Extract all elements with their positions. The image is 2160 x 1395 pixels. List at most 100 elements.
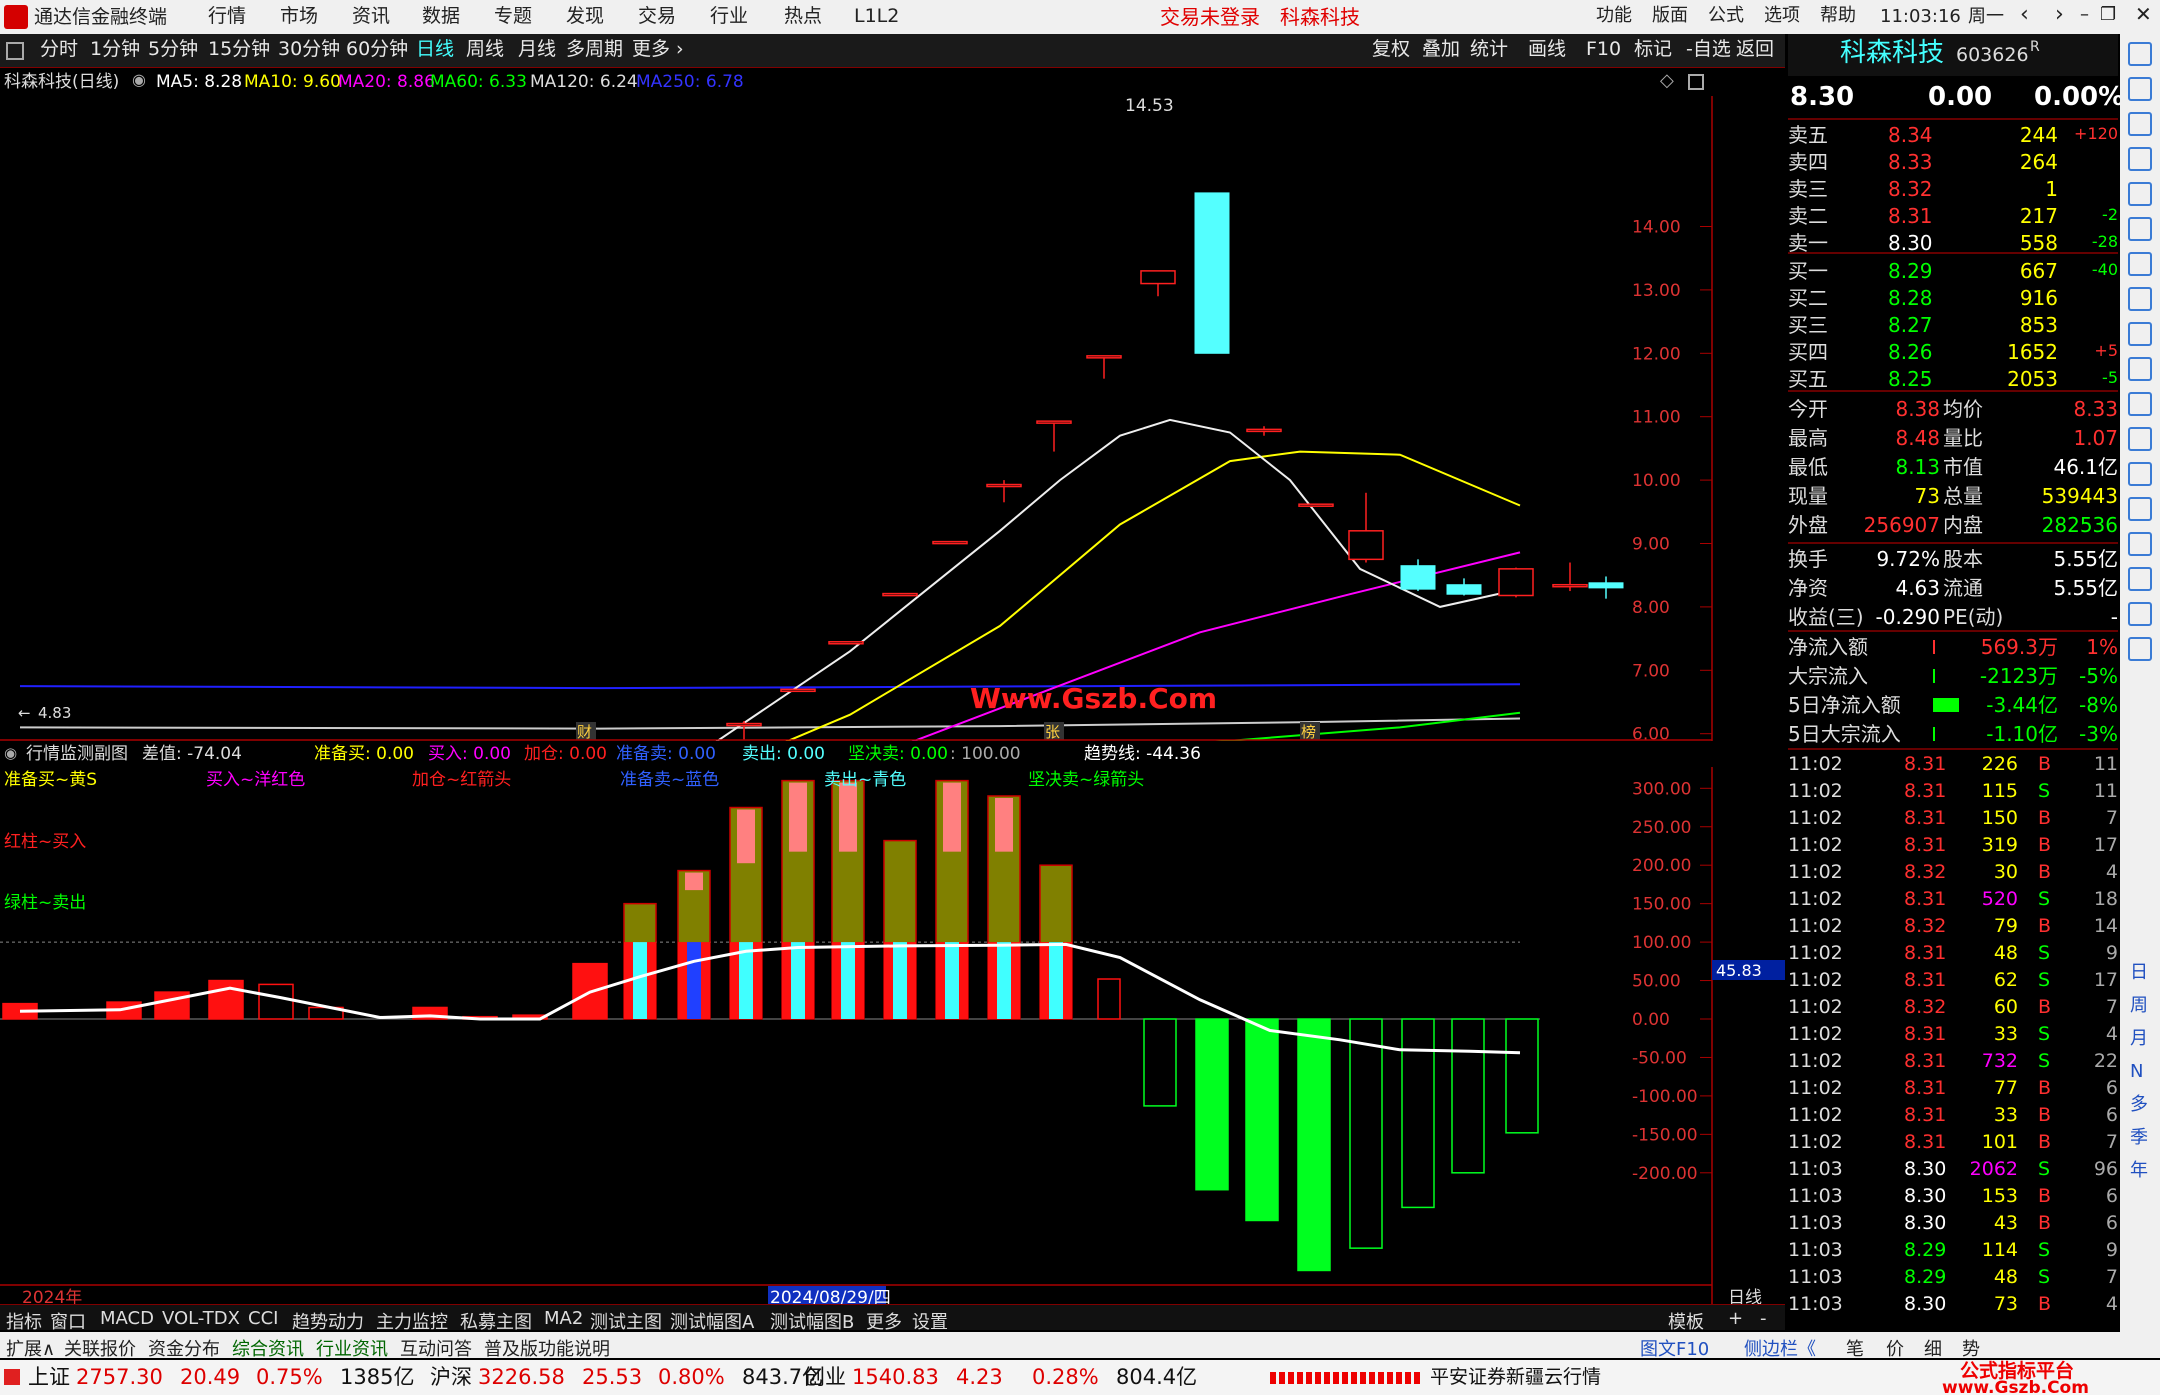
menu-1[interactable]: 市场 — [280, 7, 318, 26]
tool-button-2[interactable]: 统计 — [1470, 40, 1508, 59]
period-tab-5[interactable]: 60分钟 — [346, 40, 408, 59]
side-tool-icon[interactable] — [2128, 532, 2152, 556]
side-tool-icon[interactable] — [2128, 77, 2152, 101]
period-tab-8[interactable]: 月线 — [518, 40, 556, 59]
ext-right-2[interactable]: 笔 — [1846, 1335, 1864, 1361]
right-menu-0[interactable]: 功能 — [1596, 7, 1632, 25]
event-marker-1[interactable]: 张 — [1045, 723, 1060, 741]
menu-5[interactable]: 发现 — [566, 7, 604, 26]
menu-6[interactable]: 交易 — [638, 7, 676, 26]
tool-button-6[interactable]: -自选 — [1686, 40, 1731, 59]
ext-right-3[interactable]: 价 — [1886, 1335, 1904, 1361]
ma-dropdown-icon[interactable]: ◉ — [132, 72, 146, 88]
ext-tab-4[interactable]: 行业资讯 — [316, 1335, 388, 1361]
side-period-3[interactable]: N — [2130, 1063, 2143, 1081]
side-tool-icon[interactable] — [2128, 637, 2152, 661]
bottom-right-0[interactable]: 模板 — [1668, 1308, 1704, 1334]
restore-icon[interactable]: ❐ — [2100, 6, 2116, 24]
side-tool-icon[interactable] — [2128, 392, 2152, 416]
candle[interactable] — [726, 722, 762, 727]
candle[interactable] — [1246, 428, 1282, 433]
ask-row-1[interactable]: 卖四 8.33 264 — [1788, 149, 2118, 176]
side-tool-icon[interactable] — [2128, 602, 2152, 626]
side-tool-icon[interactable] — [2128, 427, 2152, 451]
side-tool-icon[interactable] — [2128, 287, 2152, 311]
right-menu-2[interactable]: 公式 — [1708, 7, 1744, 25]
ext-tab-6[interactable]: 普及版功能说明 — [484, 1335, 610, 1361]
menu-4[interactable]: 专题 — [494, 7, 532, 26]
side-tool-icon[interactable] — [2128, 497, 2152, 521]
event-marker-2[interactable]: 榜 — [1301, 723, 1316, 741]
period-tab-4[interactable]: 30分钟 — [278, 40, 340, 59]
indicator-tab-10[interactable]: 测试幅图A — [670, 1308, 754, 1334]
side-tool-icon[interactable] — [2128, 322, 2152, 346]
tool-button-3[interactable]: 画线 — [1528, 40, 1566, 59]
indicator-tab-9[interactable]: 测试主图 — [590, 1308, 662, 1334]
bid-row-3[interactable]: 买四 8.26 1652 +5 — [1788, 339, 2118, 366]
candle[interactable] — [882, 592, 918, 597]
bid-row-4[interactable]: 买五 8.25 2053 -5 — [1788, 366, 2118, 393]
ask-row-3[interactable]: 卖二 8.31 217 -2 — [1788, 203, 2118, 230]
period-tab-9[interactable]: 多周期 — [566, 40, 623, 59]
bottom-right-1[interactable]: + — [1728, 1308, 1743, 1329]
side-tool-icon[interactable] — [2128, 182, 2152, 206]
period-tab-2[interactable]: 5分钟 — [148, 40, 198, 59]
tool-button-7[interactable]: 返回 — [1736, 40, 1774, 59]
side-period-4[interactable]: 多 — [2130, 1096, 2148, 1114]
ext-tab-3[interactable]: 综合资讯 — [232, 1335, 304, 1361]
back-arrow-icon[interactable]: ‹ — [2020, 4, 2029, 26]
right-menu-4[interactable]: 帮助 — [1820, 7, 1856, 25]
candle[interactable] — [1348, 530, 1384, 561]
ask-row-0[interactable]: 卖五 8.34 244 +120 — [1788, 122, 2118, 149]
candle[interactable] — [1446, 584, 1482, 595]
indicator-tab-12[interactable]: 更多 — [866, 1308, 902, 1334]
candle[interactable] — [986, 483, 1022, 488]
indicator-tab-0[interactable]: 指标 — [6, 1308, 42, 1334]
candle[interactable] — [1298, 503, 1334, 507]
tool-button-0[interactable]: 复权 — [1372, 40, 1410, 59]
side-period-1[interactable]: 周 — [2130, 997, 2148, 1015]
candle[interactable] — [1086, 355, 1122, 359]
candle[interactable] — [780, 688, 816, 693]
side-tool-icon[interactable] — [2128, 217, 2152, 241]
bid-row-1[interactable]: 买二 8.28 916 — [1788, 285, 2118, 312]
menu-0[interactable]: 行情 — [208, 7, 246, 26]
candle[interactable] — [1400, 565, 1436, 590]
ext-tab-1[interactable]: 关联报价 — [64, 1335, 136, 1361]
indicator-tab-1[interactable]: 窗口 — [50, 1308, 86, 1334]
forward-arrow-icon[interactable]: › — [2055, 4, 2064, 26]
index-name-2[interactable]: 创业 — [804, 1367, 846, 1388]
bid-row-2[interactable]: 买三 8.27 853 — [1788, 312, 2118, 339]
panel-toggle-icon[interactable] — [6, 42, 24, 60]
indicator-chart[interactable]: 300.00 250.00 200.00 150.00 100.00 50.00 0.00 -… — [0, 767, 1785, 1307]
bid-row-0[interactable]: 买一 8.29 667 -40 — [1788, 258, 2118, 285]
menu-8[interactable]: 热点 — [784, 7, 822, 26]
period-tab-6[interactable]: 日线 — [416, 40, 454, 59]
ext-right-5[interactable]: 势 — [1962, 1335, 1980, 1361]
subchart-toggle-icon[interactable]: ◉ — [4, 746, 17, 761]
event-marker-0[interactable]: 财 — [577, 723, 592, 741]
menu-2[interactable]: 资讯 — [352, 7, 390, 26]
ext-right-4[interactable]: 细 — [1924, 1335, 1942, 1361]
index-name-1[interactable]: 沪深 — [430, 1367, 472, 1388]
side-period-2[interactable]: 月 — [2130, 1030, 2148, 1048]
diamond-icon[interactable]: ◇ — [1660, 72, 1674, 90]
minimize-icon[interactable]: – — [2080, 6, 2089, 24]
indicator-tab-5[interactable]: 趋势动力 — [292, 1308, 364, 1334]
menu-3[interactable]: 数据 — [422, 7, 460, 26]
bottom-right-2[interactable]: - — [1760, 1308, 1767, 1329]
side-tool-icon[interactable] — [2128, 252, 2152, 276]
tool-button-4[interactable]: F10 — [1586, 40, 1621, 59]
candle[interactable] — [1498, 568, 1534, 597]
candle[interactable] — [1194, 192, 1230, 354]
candle[interactable] — [1552, 583, 1588, 588]
ext-tab-5[interactable]: 互动问答 — [400, 1335, 472, 1361]
ext-right-1[interactable]: 侧边栏《 — [1744, 1335, 1816, 1361]
period-tab-7[interactable]: 周线 — [466, 40, 504, 59]
index-name-0[interactable]: 上证 — [28, 1367, 70, 1388]
side-tool-icon[interactable] — [2128, 462, 2152, 486]
indicator-tab-4[interactable]: CCI — [248, 1308, 278, 1329]
indicator-tab-3[interactable]: VOL-TDX — [162, 1308, 240, 1329]
indicator-tab-6[interactable]: 主力监控 — [376, 1308, 448, 1334]
tool-button-1[interactable]: 叠加 — [1422, 40, 1460, 59]
